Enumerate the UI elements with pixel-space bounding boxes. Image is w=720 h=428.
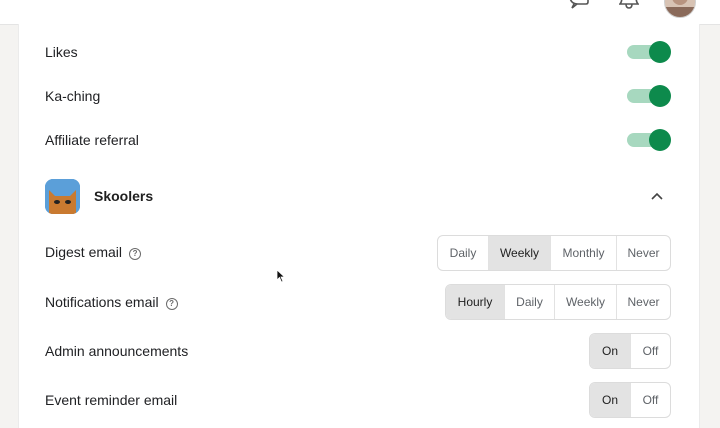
event-reminder-segmented: On Off (589, 382, 671, 418)
notifications-email-segmented: Hourly Daily Weekly Never (445, 284, 671, 320)
likes-row: Likes (19, 40, 699, 64)
digest-daily-option[interactable]: Daily (438, 236, 488, 270)
admin-on-option[interactable]: On (590, 334, 630, 368)
admin-announcements-label: Admin announcements (45, 343, 189, 359)
digest-weekly-option[interactable]: Weekly (488, 236, 550, 270)
chat-icon[interactable] (568, 0, 590, 17)
admin-announcements-segmented: On Off (589, 333, 671, 369)
notifications-hourly-option[interactable]: Hourly (446, 285, 504, 319)
event-reminder-label: Event reminder email (45, 392, 178, 408)
digest-never-option[interactable]: Never (616, 236, 670, 270)
notifications-never-option[interactable]: Never (616, 285, 670, 319)
event-reminder-off-option[interactable]: Off (630, 383, 670, 417)
notifications-email-label: Notifications email? (45, 294, 178, 310)
group-header-skoolers[interactable]: Skoolers (19, 179, 699, 215)
bell-icon[interactable] (618, 0, 640, 17)
affiliate-referral-toggle[interactable] (627, 129, 671, 151)
group-name: Skoolers (94, 188, 154, 204)
likes-label: Likes (45, 44, 78, 60)
affiliate-referral-label: Affiliate referral (45, 132, 139, 148)
chevron-up-icon[interactable] (651, 188, 663, 206)
likes-toggle[interactable] (627, 41, 671, 63)
ka-ching-label: Ka-ching (45, 88, 101, 104)
notifications-weekly-option[interactable]: Weekly (554, 285, 616, 319)
event-reminder-row: Event reminder email On Off (19, 382, 699, 418)
digest-email-label: Digest email? (45, 244, 142, 260)
user-avatar[interactable] (664, 0, 696, 18)
event-reminder-on-option[interactable]: On (590, 383, 630, 417)
notifications-email-row: Notifications email? Hourly Daily Weekly… (19, 284, 699, 320)
digest-email-row: Digest email? Daily Weekly Monthly Never (19, 235, 699, 271)
ka-ching-row: Ka-ching (19, 84, 699, 108)
ka-ching-toggle[interactable] (627, 85, 671, 107)
digest-email-segmented: Daily Weekly Monthly Never (437, 235, 671, 271)
admin-off-option[interactable]: Off (630, 334, 670, 368)
digest-monthly-option[interactable]: Monthly (550, 236, 616, 270)
affiliate-referral-row: Affiliate referral (19, 128, 699, 152)
admin-announcements-row: Admin announcements On Off (19, 333, 699, 369)
top-bar (0, 0, 720, 25)
mouse-cursor-icon (276, 269, 286, 288)
help-icon[interactable]: ? (165, 298, 178, 310)
notifications-daily-option[interactable]: Daily (504, 285, 554, 319)
settings-panel: Likes Ka-ching Affiliate referral Skoole… (18, 24, 700, 428)
group-logo (45, 179, 80, 214)
help-icon[interactable]: ? (129, 248, 142, 260)
